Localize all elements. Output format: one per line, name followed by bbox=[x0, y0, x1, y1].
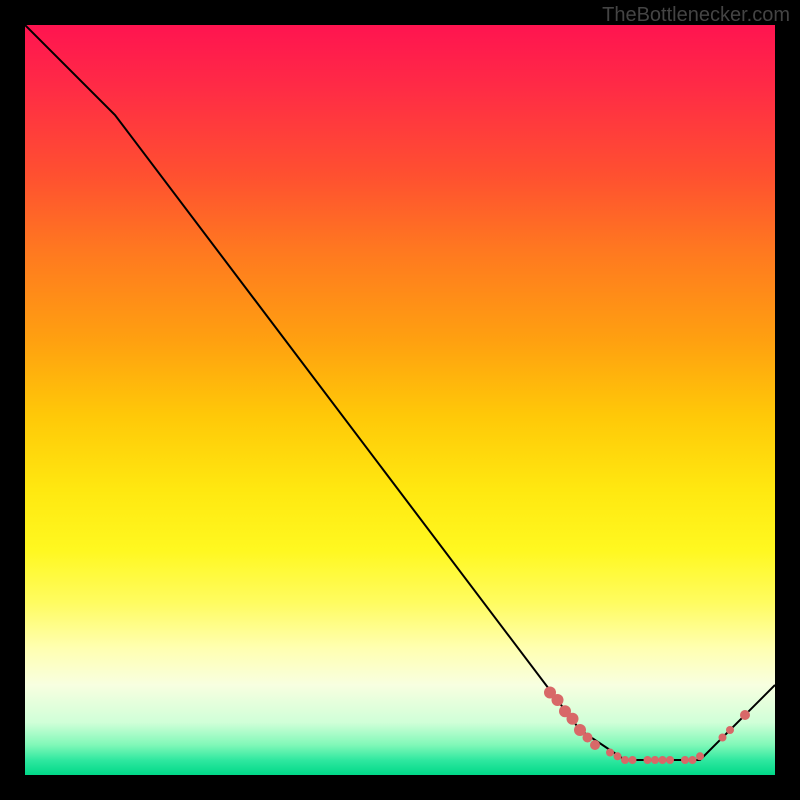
chart-container: TheBottlenecker.com bbox=[0, 0, 800, 800]
plot-gradient-background bbox=[25, 25, 775, 775]
watermark-text: TheBottlenecker.com bbox=[602, 4, 790, 27]
